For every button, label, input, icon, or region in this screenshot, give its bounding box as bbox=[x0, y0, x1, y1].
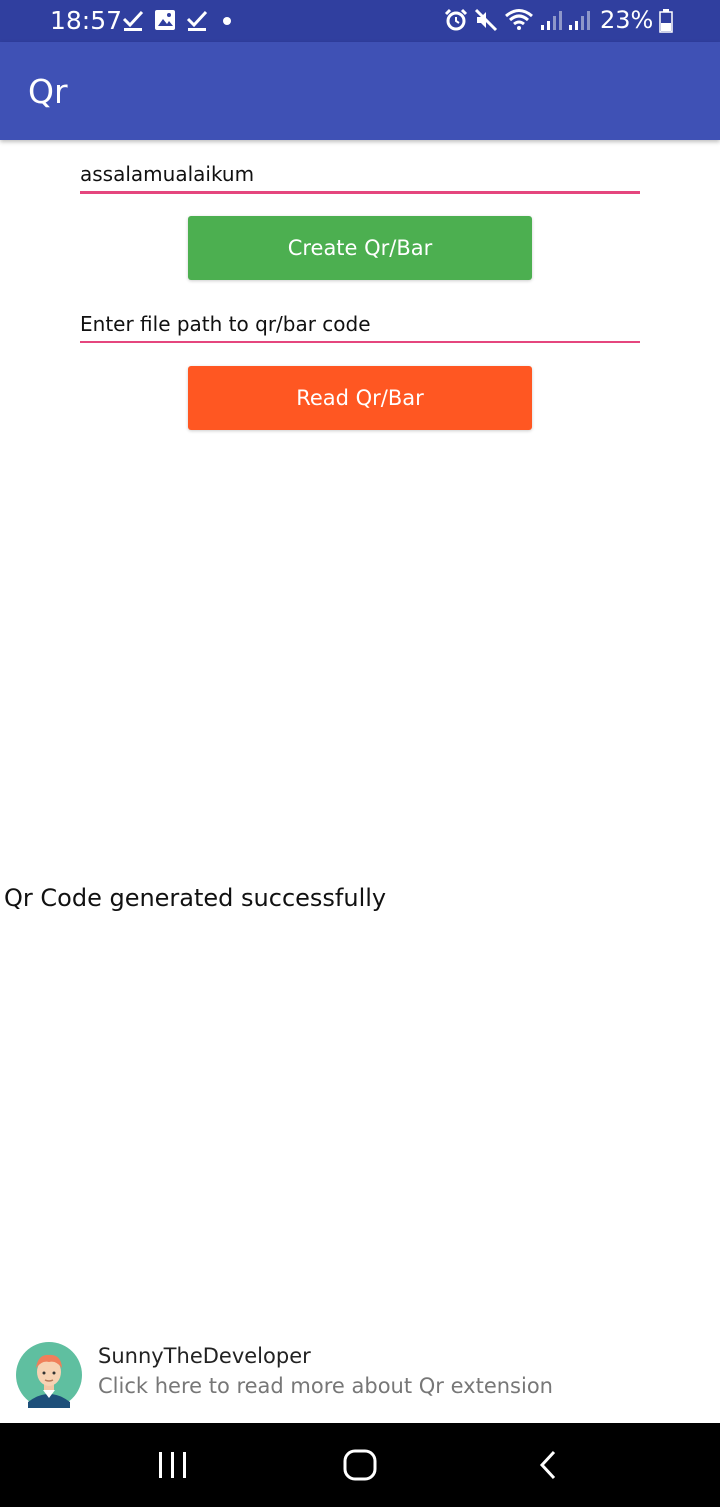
image-icon bbox=[155, 10, 175, 30]
battery-icon bbox=[659, 9, 673, 33]
read-qr-button[interactable]: Read Qr/Bar bbox=[188, 366, 532, 430]
battery-percent: 23% bbox=[600, 6, 654, 34]
credit-link[interactable]: SunnyTheDeveloper Click here to read mor… bbox=[0, 1330, 720, 1422]
status-time: 18:57 bbox=[50, 6, 123, 35]
credit-subtitle: Click here to read more about Qr extensi… bbox=[98, 1374, 553, 1398]
developer-avatar-icon bbox=[16, 1342, 82, 1408]
alarm-icon bbox=[444, 8, 468, 31]
home-icon bbox=[343, 1449, 377, 1481]
file-path-input[interactable] bbox=[80, 307, 640, 343]
check-icon bbox=[122, 10, 144, 31]
create-qr-button[interactable]: Create Qr/Bar bbox=[188, 216, 532, 280]
signal-icon bbox=[569, 11, 590, 30]
credit-name: SunnyTheDeveloper bbox=[98, 1344, 311, 1368]
signal-icon bbox=[541, 11, 562, 30]
back-button[interactable] bbox=[524, 1445, 572, 1485]
home-button[interactable] bbox=[336, 1445, 384, 1485]
back-icon bbox=[539, 1450, 556, 1480]
wifi-icon bbox=[505, 9, 533, 30]
notification-icons bbox=[122, 8, 236, 32]
status-bar: 18:57 23% bbox=[0, 0, 720, 42]
recents-button[interactable] bbox=[149, 1445, 197, 1485]
text-input[interactable] bbox=[80, 157, 640, 194]
recents-icon bbox=[159, 1452, 186, 1478]
check-icon bbox=[186, 10, 208, 31]
mute-icon bbox=[474, 8, 498, 32]
navigation-bar bbox=[0, 1423, 720, 1507]
dot-icon bbox=[223, 17, 231, 25]
app-bar: Qr bbox=[0, 42, 720, 140]
system-icons bbox=[444, 8, 590, 32]
app-title: Qr bbox=[28, 72, 68, 111]
status-message: Qr Code generated successfully bbox=[4, 884, 387, 912]
